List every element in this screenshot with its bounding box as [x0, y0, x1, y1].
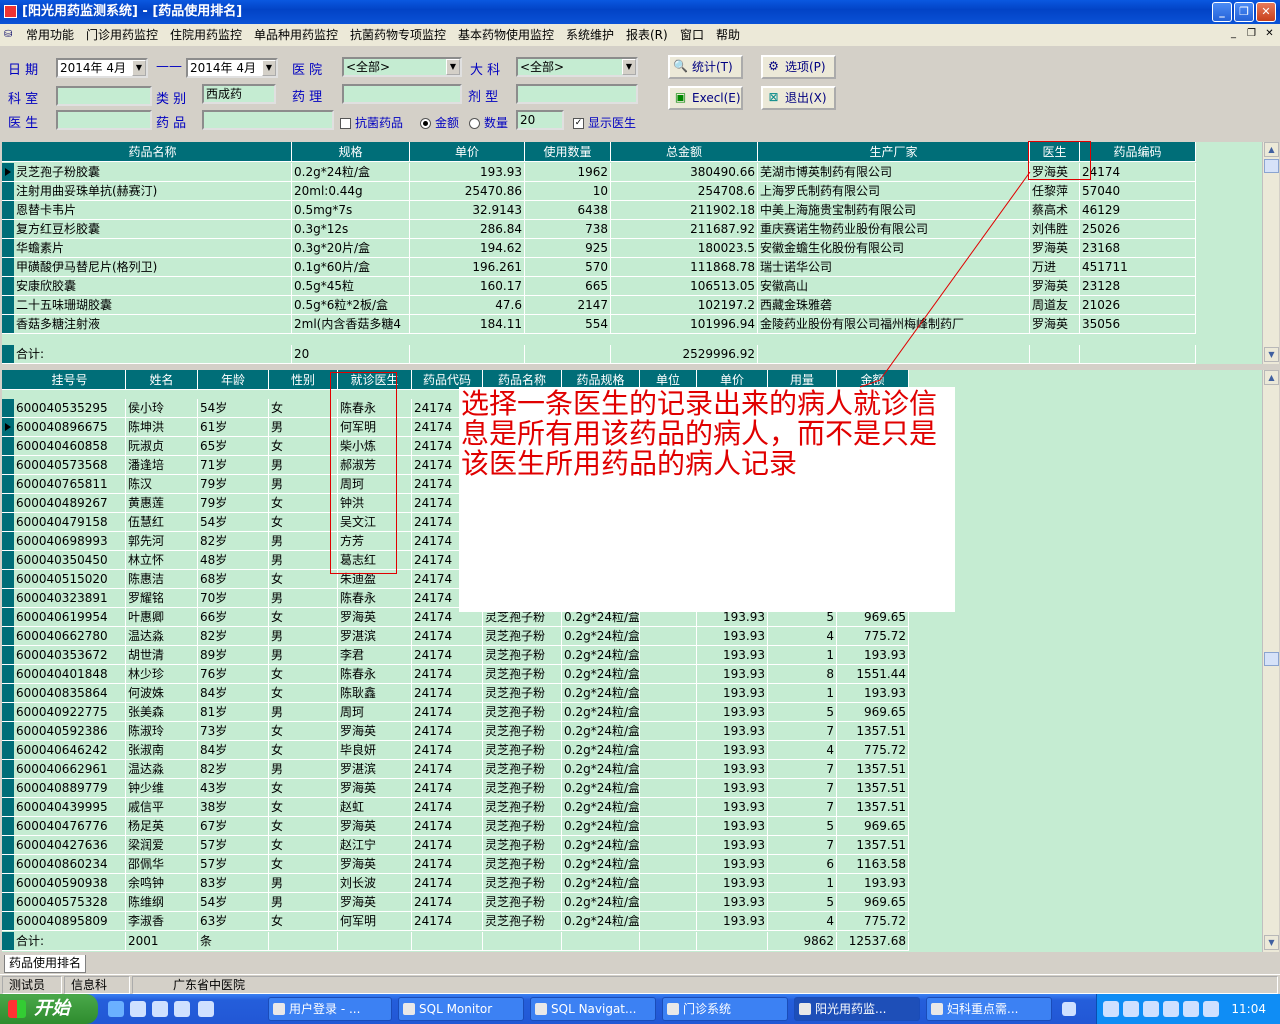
tab-drug-ranking[interactable]: 药品使用排名 — [4, 955, 87, 973]
system-tray: 11:04 — [1096, 994, 1280, 1024]
annotation-arrow — [859, 171, 1031, 388]
window-icon — [273, 1003, 285, 1015]
document-icon — [931, 1003, 943, 1015]
tray-icon[interactable] — [1123, 1001, 1139, 1017]
task-gyn[interactable]: 妇科重点需... — [926, 997, 1052, 1021]
task-user-login[interactable]: 用户登录 - ... — [268, 997, 392, 1021]
status-dept: 信息科 — [64, 976, 130, 994]
tray-icon[interactable] — [1203, 1001, 1219, 1017]
quicklaunch-icon[interactable] — [152, 1001, 168, 1017]
status-bar: 测试员 信息科 广东省中医院 — [0, 974, 1280, 994]
window-icon — [799, 1003, 811, 1015]
window-icon — [403, 1003, 415, 1015]
window-icon — [535, 1003, 547, 1015]
keyboard-icon[interactable] — [1062, 1002, 1076, 1016]
task-sunshine[interactable]: 阳光用药监... — [794, 997, 920, 1021]
clock: 11:04 — [1231, 1002, 1266, 1016]
tab-bar: 药品使用排名 — [0, 954, 1280, 974]
tray-icon[interactable] — [1143, 1001, 1159, 1017]
start-button[interactable]: 开始 — [0, 994, 98, 1024]
ie-icon[interactable] — [108, 1001, 124, 1017]
quicklaunch-icon[interactable] — [198, 1001, 214, 1017]
quicklaunch-icon[interactable] — [174, 1001, 190, 1017]
windows-logo-icon — [8, 1000, 26, 1018]
task-sql-navigator[interactable]: SQL Navigat... — [530, 997, 656, 1021]
quicklaunch-icon[interactable] — [130, 1001, 146, 1017]
taskbar: 开始 用户登录 - ... SQL Monitor SQL Navigat...… — [0, 994, 1280, 1024]
tray-icon[interactable] — [1183, 1001, 1199, 1017]
status-hospital: 广东省中医院 — [132, 976, 1278, 994]
task-sql-monitor[interactable]: SQL Monitor — [398, 997, 524, 1021]
task-outpatient[interactable]: 门诊系统 — [662, 997, 788, 1021]
status-user: 测试员 — [2, 976, 62, 994]
folder-icon — [667, 1003, 679, 1015]
tray-icon[interactable] — [1103, 1001, 1119, 1017]
tray-icon[interactable] — [1163, 1001, 1179, 1017]
